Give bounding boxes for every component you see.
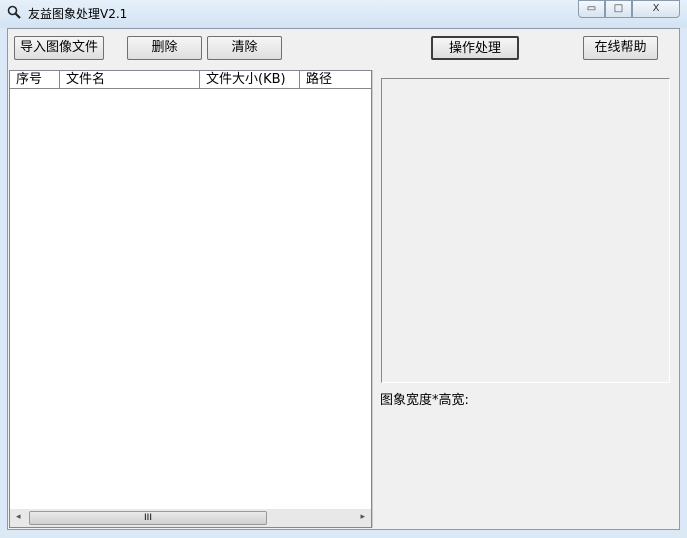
column-header-index[interactable]: 序号	[10, 71, 60, 89]
scroll-thumb[interactable]: III	[29, 511, 267, 525]
image-preview	[381, 78, 670, 383]
file-list[interactable]: 序号 文件名 文件大小(KB) 路径 ◂ III ▸	[9, 70, 372, 528]
clear-button[interactable]: 清除	[207, 36, 282, 60]
column-header-path[interactable]: 路径	[300, 71, 371, 89]
horizontal-scrollbar[interactable]: ◂ III ▸	[10, 509, 371, 527]
online-help-button[interactable]: 在线帮助	[583, 36, 658, 60]
minimize-button[interactable]: ▭	[578, 0, 605, 18]
magnifier-icon	[7, 5, 21, 19]
image-size-label: 图象宽度*高宽:	[380, 393, 469, 408]
window-title: 友益图象处理V2.1	[28, 7, 128, 21]
column-header-filesize[interactable]: 文件大小(KB)	[200, 71, 300, 89]
import-image-button[interactable]: 导入图像文件	[14, 36, 104, 60]
list-header: 序号 文件名 文件大小(KB) 路径	[10, 71, 371, 89]
scroll-left-icon[interactable]: ◂	[16, 512, 21, 522]
title-bar: 友益图象处理V2.1 ▭ □ X	[0, 0, 687, 28]
process-button[interactable]: 操作处理	[431, 36, 519, 60]
scroll-right-icon[interactable]: ▸	[360, 512, 365, 522]
column-header-filename[interactable]: 文件名	[60, 71, 200, 89]
maximize-button[interactable]: □	[605, 0, 632, 18]
close-button[interactable]: X	[632, 0, 680, 18]
delete-button[interactable]: 删除	[127, 36, 202, 60]
